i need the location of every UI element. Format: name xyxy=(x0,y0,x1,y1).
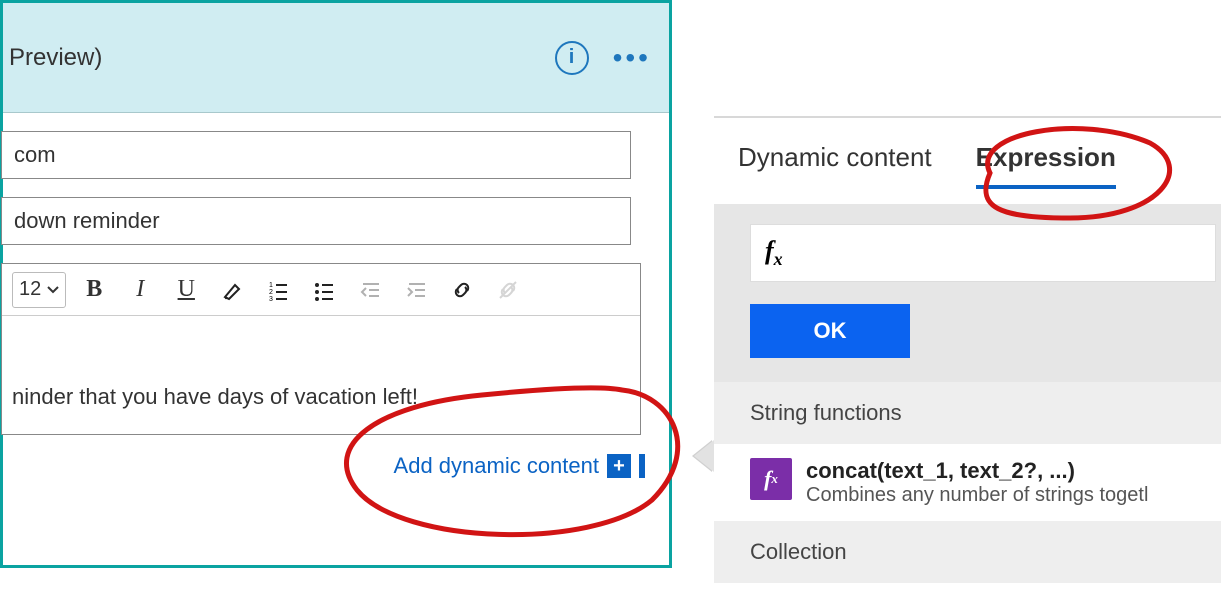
expression-panel: Dynamic content Expression fx OK String … xyxy=(714,116,1221,583)
expression-input[interactable]: fx xyxy=(750,224,1216,282)
outdent-icon xyxy=(352,272,388,308)
more-menu-icon[interactable]: ••• xyxy=(613,44,651,72)
add-dynamic-content-link[interactable]: Add dynamic content xyxy=(394,453,599,479)
body-textarea[interactable]: ninder that you have days of vacation le… xyxy=(2,316,640,434)
tab-expression[interactable]: Expression xyxy=(976,142,1116,181)
bold-button[interactable]: B xyxy=(76,272,112,308)
link-icon[interactable] xyxy=(444,272,480,308)
info-icon[interactable]: i xyxy=(555,41,589,75)
to-input[interactable] xyxy=(1,131,631,179)
fx-chip-icon: fx xyxy=(750,458,792,500)
subject-input[interactable] xyxy=(1,197,631,245)
body-field: 12 B I U 123 xyxy=(1,263,641,435)
subject-field xyxy=(15,197,657,245)
svg-text:2: 2 xyxy=(269,289,273,296)
add-dynamic-content-bar: Add dynamic content + xyxy=(3,435,669,479)
card-title: Preview) xyxy=(9,44,555,72)
font-size-select[interactable]: 12 xyxy=(12,272,66,308)
font-size-value: 12 xyxy=(19,278,41,301)
underline-button[interactable]: U xyxy=(168,272,204,308)
bullet-list-icon[interactable] xyxy=(306,272,342,308)
unlink-icon xyxy=(490,272,526,308)
italic-button[interactable]: I xyxy=(122,272,158,308)
card-header: Preview) i ••• xyxy=(3,3,669,113)
action-card: Preview) i ••• 12 B I U 123 xyxy=(0,0,672,568)
function-text: concat(text_1, text_2?, ...) Combines an… xyxy=(806,458,1148,507)
section-string-functions[interactable]: String functions xyxy=(714,382,1221,444)
panel-tabs: Dynamic content Expression xyxy=(714,118,1221,204)
tab-dynamic-content[interactable]: Dynamic content xyxy=(738,142,932,181)
highlighter-icon[interactable] xyxy=(214,272,250,308)
indent-icon xyxy=(398,272,434,308)
svg-text:1: 1 xyxy=(269,282,273,289)
function-title: concat(text_1, text_2?, ...) xyxy=(806,458,1148,484)
svg-text:3: 3 xyxy=(269,296,273,301)
add-dynamic-content-plus-icon[interactable]: + xyxy=(607,454,631,478)
add-dynamic-content-handle xyxy=(639,454,645,478)
section-collection[interactable]: Collection xyxy=(714,521,1221,583)
rte-toolbar: 12 B I U 123 xyxy=(2,264,640,316)
ordered-list-icon[interactable]: 123 xyxy=(260,272,296,308)
to-field xyxy=(15,131,657,179)
function-desc: Combines any number of strings togetl xyxy=(806,484,1148,507)
ok-button[interactable]: OK xyxy=(750,304,910,358)
function-concat[interactable]: fx concat(text_1, text_2?, ...) Combines… xyxy=(714,444,1221,521)
expression-area: fx OK xyxy=(714,204,1221,382)
fx-icon: fx xyxy=(765,236,783,270)
panel-pointer-icon xyxy=(694,440,714,472)
chevron-down-icon xyxy=(47,286,59,294)
